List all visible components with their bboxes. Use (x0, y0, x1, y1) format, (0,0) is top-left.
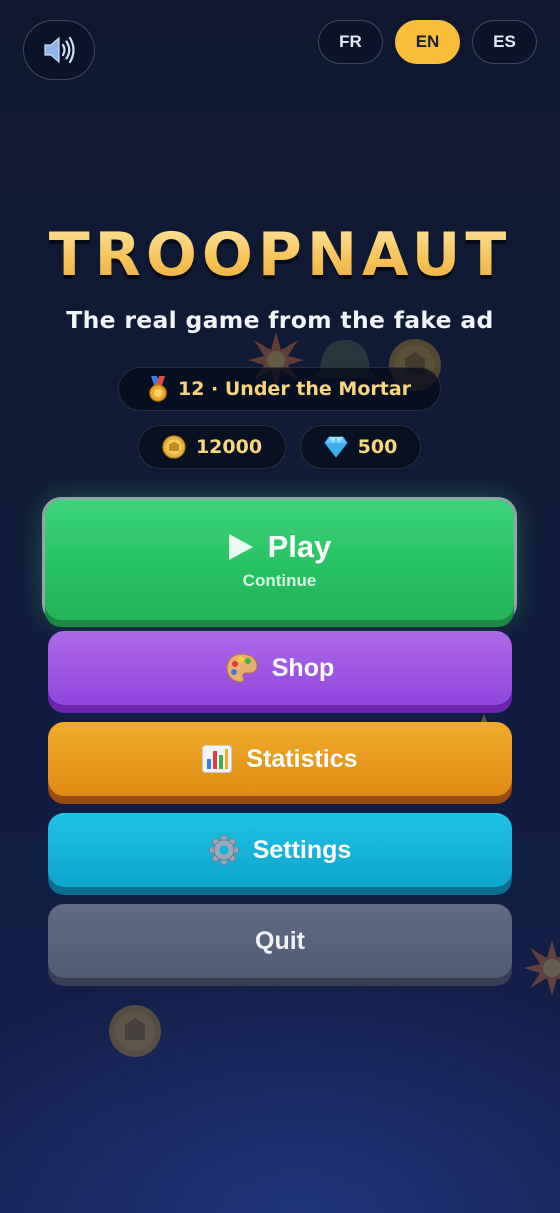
statistics-label: Statistics (246, 744, 358, 773)
gem-icon (324, 436, 348, 458)
sound-toggle-button[interactable] (23, 20, 95, 80)
play-sublabel: Continue (242, 571, 317, 590)
game-title: TROOPNAUT (0, 220, 560, 290)
speaker-icon (42, 35, 76, 65)
shop-button[interactable]: Shop (48, 631, 512, 705)
play-label: Play (267, 529, 332, 564)
settings-button[interactable]: Settings (48, 813, 512, 887)
coin-icon (108, 1004, 162, 1058)
game-subtitle: The real game from the fake ad (66, 306, 494, 334)
quit-button[interactable]: Quit (48, 904, 512, 978)
palette-icon (226, 653, 258, 683)
lang-es-button[interactable]: ES (472, 20, 537, 64)
level-badge: 12 · Under the Mortar (118, 367, 441, 411)
settings-label: Settings (252, 835, 352, 864)
language-selector: FR EN ES (318, 20, 537, 64)
lang-fr-button[interactable]: FR (318, 20, 383, 64)
play-button[interactable]: Play Continue (45, 500, 514, 620)
gems-value: 500 (357, 436, 398, 458)
medal-icon (148, 376, 168, 402)
play-icon (228, 533, 254, 561)
gems-counter: 500 (300, 425, 421, 469)
coin-icon (162, 435, 186, 459)
lang-en-button[interactable]: EN (395, 20, 460, 64)
quit-label: Quit (255, 926, 305, 955)
coins-counter: 12000 (138, 425, 286, 469)
shop-label: Shop (271, 653, 335, 682)
coins-value: 12000 (195, 436, 263, 458)
bar-chart-icon (202, 745, 233, 773)
statistics-button[interactable]: Statistics (48, 722, 512, 796)
level-label: 12 · Under the Mortar (177, 378, 412, 400)
gear-icon (208, 835, 239, 865)
explosion-icon (524, 940, 560, 996)
